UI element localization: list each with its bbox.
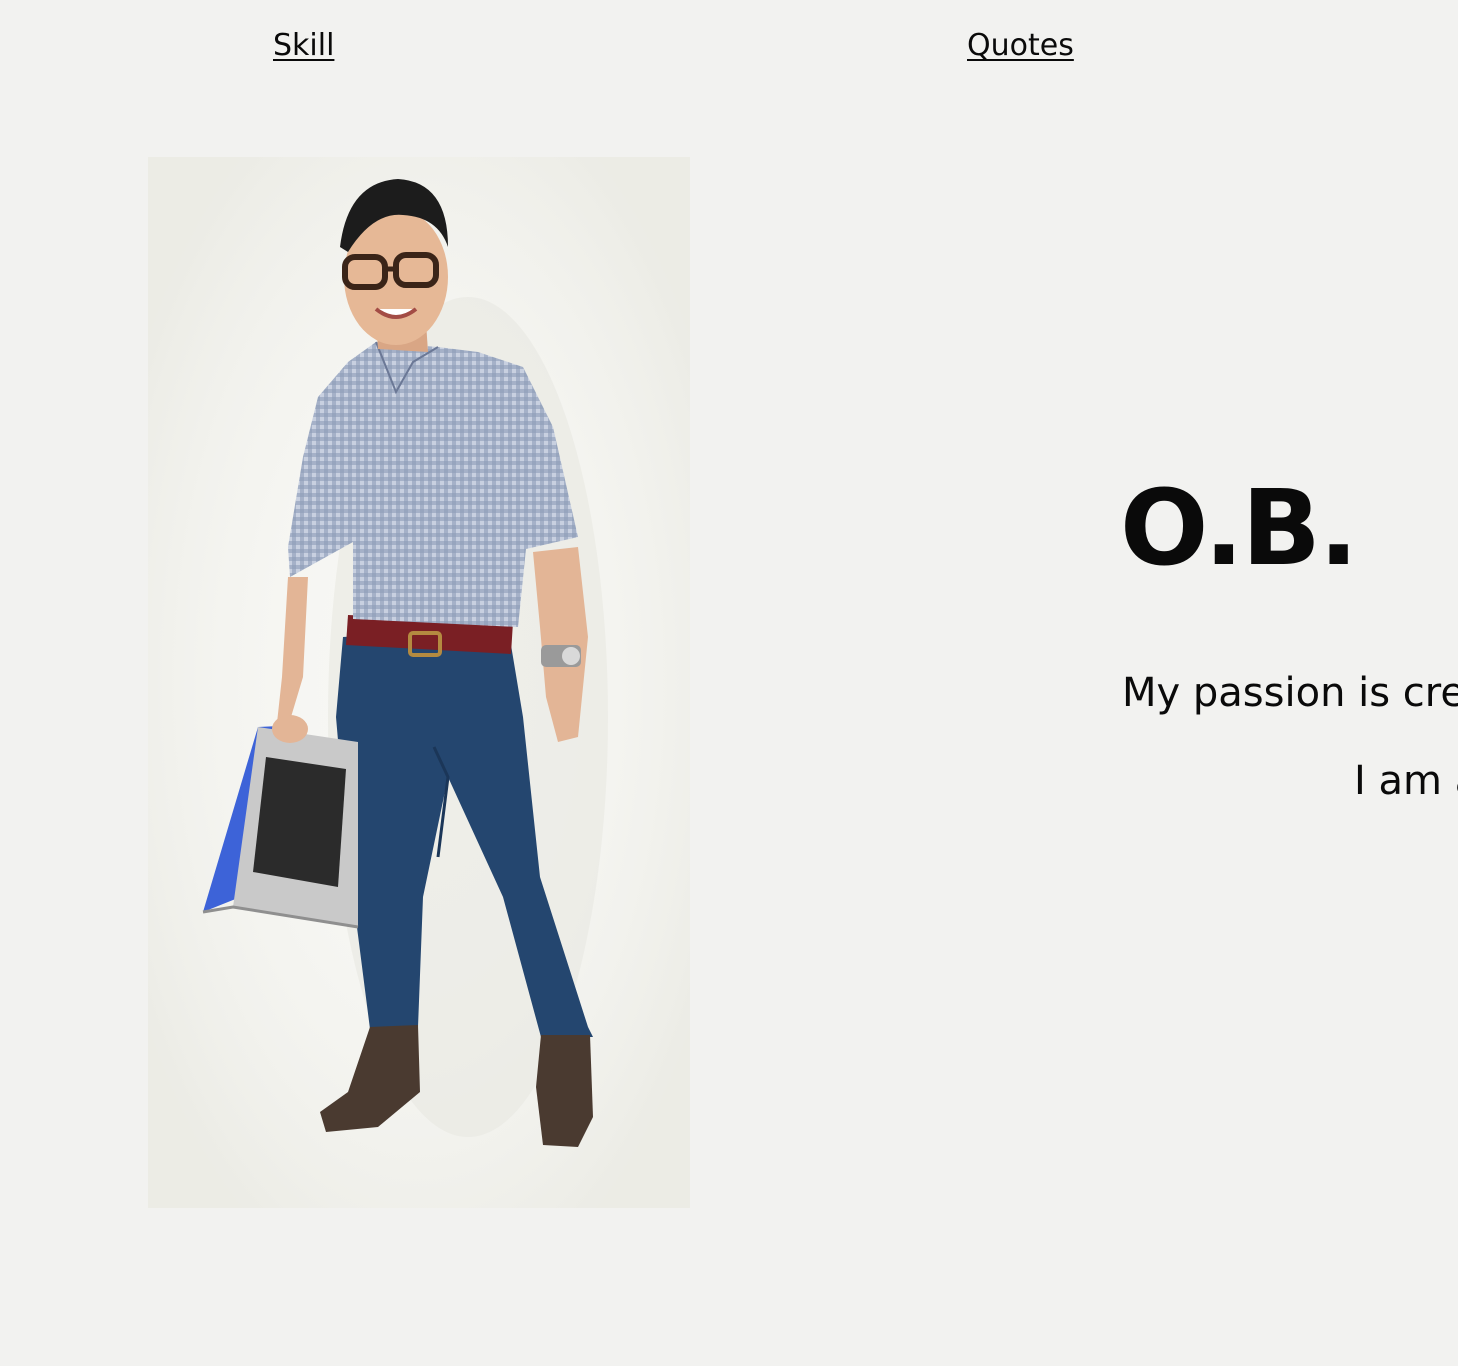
nav-link-skill[interactable]: Skill — [273, 26, 334, 66]
profile-photo — [148, 157, 690, 1208]
hero-title: O.B. — [1120, 467, 1358, 589]
hero-intro: I am a — [1354, 758, 1458, 804]
profile-photo-illustration — [148, 157, 690, 1208]
nav-link-quotes[interactable]: Quotes — [967, 26, 1074, 66]
page: Skill Quotes O.B. My passion is cre I am — [0, 0, 1458, 1366]
hero-tagline: My passion is cre — [1122, 670, 1458, 716]
